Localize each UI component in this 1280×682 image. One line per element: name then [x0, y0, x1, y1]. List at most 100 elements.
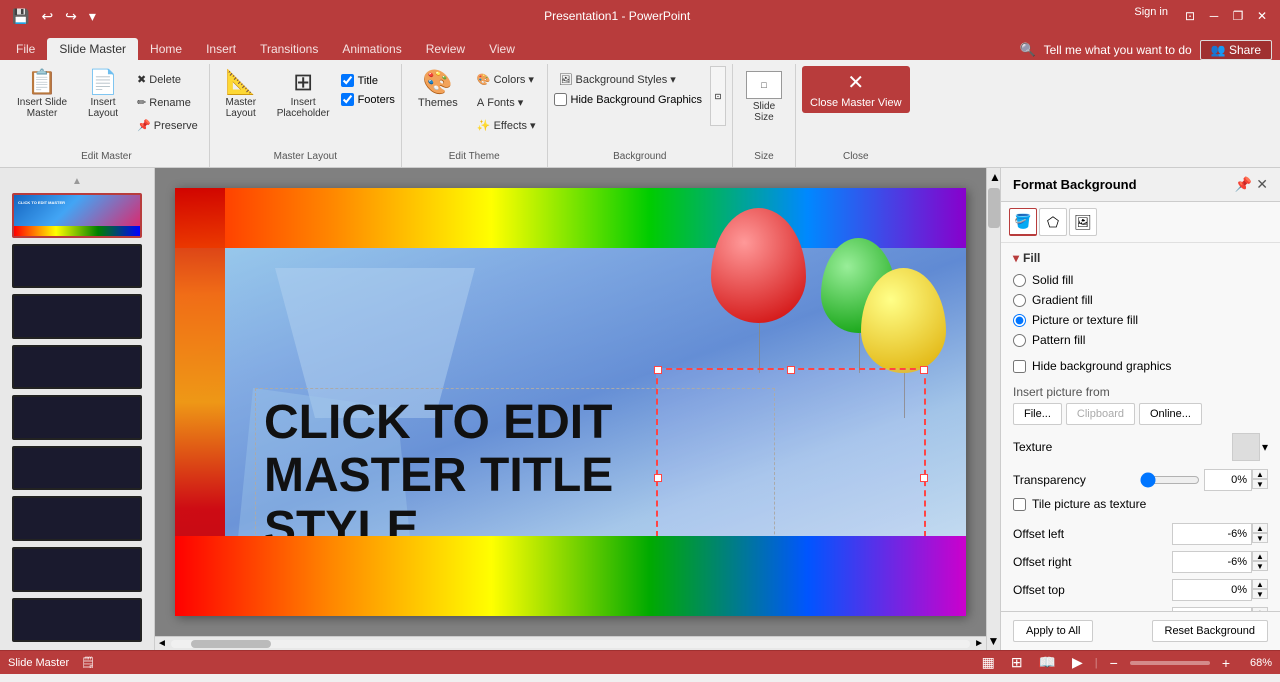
background-styles-button[interactable]: 🖼 Background Styles ▾ [554, 70, 702, 89]
gradient-fill-radio[interactable] [1013, 294, 1026, 307]
picture-icon-button[interactable]: 🖼 [1069, 208, 1097, 236]
clipboard-button[interactable]: Clipboard [1066, 403, 1135, 425]
offset-top-input[interactable] [1172, 579, 1252, 601]
master-layout-button[interactable]: 📐 MasterLayout [216, 66, 266, 124]
scroll-up-arrow[interactable]: ▲ [4, 176, 150, 187]
offset-right-down[interactable]: ▼ [1252, 561, 1268, 571]
texture-preview[interactable] [1232, 433, 1260, 461]
tab-animations[interactable]: Animations [330, 38, 413, 60]
slide-size-button[interactable]: □ SlideSize [739, 66, 789, 128]
rename-button[interactable]: ✏ Rename [132, 93, 203, 112]
normal-view-button[interactable]: ▦ [978, 652, 999, 673]
offset-right-up[interactable]: ▲ [1252, 551, 1268, 561]
picture-texture-fill-option[interactable]: Picture or texture fill [1013, 313, 1268, 327]
slideshow-button[interactable]: ▶ [1068, 652, 1087, 673]
transparency-up[interactable]: ▲ [1252, 469, 1268, 479]
handle-tr[interactable] [920, 366, 928, 374]
texture-dropdown-arrow[interactable]: ▾ [1262, 440, 1268, 454]
slide-thumb-7[interactable] [12, 496, 142, 541]
slide-thumb-5[interactable] [12, 395, 142, 440]
solid-fill-radio[interactable] [1013, 274, 1026, 287]
fill-icon-button[interactable]: 🪣 [1009, 208, 1037, 236]
reset-background-button[interactable]: Reset Background [1152, 620, 1269, 642]
scroll-top-btn[interactable]: ▲ [987, 168, 1000, 186]
insert-layout-button[interactable]: 📄 InsertLayout [78, 66, 128, 124]
close-button[interactable]: ✕ [1252, 6, 1272, 26]
insert-slide-master-button[interactable]: 📋 Insert SlideMaster [10, 66, 74, 124]
slide-thumb-8[interactable] [12, 547, 142, 592]
tab-file[interactable]: File [4, 38, 47, 60]
customize-qat-button[interactable]: ▾ [85, 6, 100, 27]
slide-sorter-button[interactable]: ⊞ [1007, 652, 1027, 673]
zoom-slider[interactable] [1130, 661, 1210, 665]
offset-left-input[interactable] [1172, 523, 1252, 545]
format-panel-close-button[interactable]: ✕ [1256, 176, 1268, 193]
scroll-left-btn[interactable]: ◄ [157, 638, 167, 649]
footers-checkbox-row[interactable]: Footers [341, 93, 395, 106]
zoom-out-button[interactable]: − [1106, 653, 1122, 673]
gradient-fill-option[interactable]: Gradient fill [1013, 293, 1268, 307]
zoom-in-button[interactable]: + [1218, 653, 1234, 673]
effects-button[interactable]: ✨ Effects ▾ [472, 116, 541, 135]
tell-me-text[interactable]: Tell me what you want to do [1044, 43, 1192, 57]
slide-thumb-6[interactable] [12, 446, 142, 491]
pattern-fill-option[interactable]: Pattern fill [1013, 333, 1268, 347]
file-button[interactable]: File... [1013, 403, 1062, 425]
reading-view-button[interactable]: 📖 [1035, 652, 1060, 673]
save-button[interactable]: 💾 [8, 6, 33, 27]
slide-canvas[interactable]: CLICK TO EDIT MASTER TITLE STYLE Click t… [175, 188, 966, 616]
picture-texture-fill-radio[interactable] [1013, 314, 1026, 327]
tab-transitions[interactable]: Transitions [248, 38, 330, 60]
solid-fill-option[interactable]: Solid fill [1013, 273, 1268, 287]
pattern-fill-radio[interactable] [1013, 334, 1026, 347]
notes-button[interactable]: 🗒 [81, 656, 95, 669]
handle-tl[interactable] [654, 366, 662, 374]
fonts-button[interactable]: A Fonts ▾ [472, 93, 541, 112]
slide-thumb-1[interactable]: CLICK TO EDIT MASTER [12, 193, 142, 238]
slide-thumb-4[interactable] [12, 345, 142, 390]
offset-right-input[interactable] [1172, 551, 1252, 573]
effects-icon-button[interactable]: ⬠ [1039, 208, 1067, 236]
scroll-right-btn[interactable]: ► [974, 638, 984, 649]
h-scroll-thumb[interactable] [191, 640, 271, 648]
signin-link[interactable]: Sign in [1134, 6, 1168, 26]
share-button[interactable]: 👥 Share [1200, 40, 1272, 60]
tab-home[interactable]: Home [138, 38, 194, 60]
close-master-view-button[interactable]: ✕ Close Master View [802, 66, 910, 113]
offset-top-up[interactable]: ▲ [1252, 579, 1268, 589]
hide-background-graphics-row[interactable]: Hide background graphics [1013, 359, 1268, 373]
tab-view[interactable]: View [477, 38, 527, 60]
tile-picture-checkbox[interactable] [1013, 498, 1026, 511]
format-panel-pin-button[interactable]: 📌 [1235, 176, 1252, 193]
slide-thumb-2[interactable] [12, 244, 142, 289]
tab-insert[interactable]: Insert [194, 38, 248, 60]
horizontal-scrollbar[interactable]: ◄ ► [155, 636, 986, 650]
transparency-slider[interactable] [1140, 472, 1200, 488]
hide-background-graphics-checkbox[interactable] [1013, 360, 1026, 373]
tab-slide-master[interactable]: Slide Master [47, 38, 138, 60]
handle-mr[interactable] [920, 474, 928, 482]
redo-button[interactable]: ↪ [61, 6, 81, 27]
restore-button[interactable]: ❐ [1228, 6, 1248, 26]
tab-review[interactable]: Review [414, 38, 477, 60]
insert-placeholder-button[interactable]: ⊞ InsertPlaceholder [270, 66, 337, 124]
transparency-down[interactable]: ▼ [1252, 479, 1268, 489]
scroll-bottom-btn[interactable]: ▼ [987, 634, 1000, 648]
footers-checkbox[interactable] [341, 93, 354, 106]
window-options-button[interactable]: ⊡ [1180, 6, 1200, 26]
preserve-button[interactable]: 📌 Preserve [132, 116, 203, 135]
hide-background-checkbox-row[interactable]: Hide Background Graphics [554, 93, 702, 106]
title-checkbox[interactable] [341, 74, 354, 87]
offset-left-up[interactable]: ▲ [1252, 523, 1268, 533]
tile-picture-row[interactable]: Tile picture as texture [1013, 497, 1268, 511]
themes-button[interactable]: 🎨 Themes [408, 66, 468, 114]
apply-to-all-button[interactable]: Apply to All [1013, 620, 1093, 642]
scrollbar-thumb[interactable] [988, 188, 1000, 228]
fill-section-header[interactable]: ▾ Fill [1013, 251, 1268, 265]
vertical-scrollbar[interactable]: ▲ ▼ [986, 168, 1000, 650]
colors-button[interactable]: 🎨 Colors ▾ [472, 70, 541, 89]
transparency-input[interactable] [1204, 469, 1252, 491]
handle-tm[interactable] [787, 366, 795, 374]
zoom-level[interactable]: 68% [1242, 657, 1272, 669]
undo-button[interactable]: ↩ [37, 6, 57, 27]
